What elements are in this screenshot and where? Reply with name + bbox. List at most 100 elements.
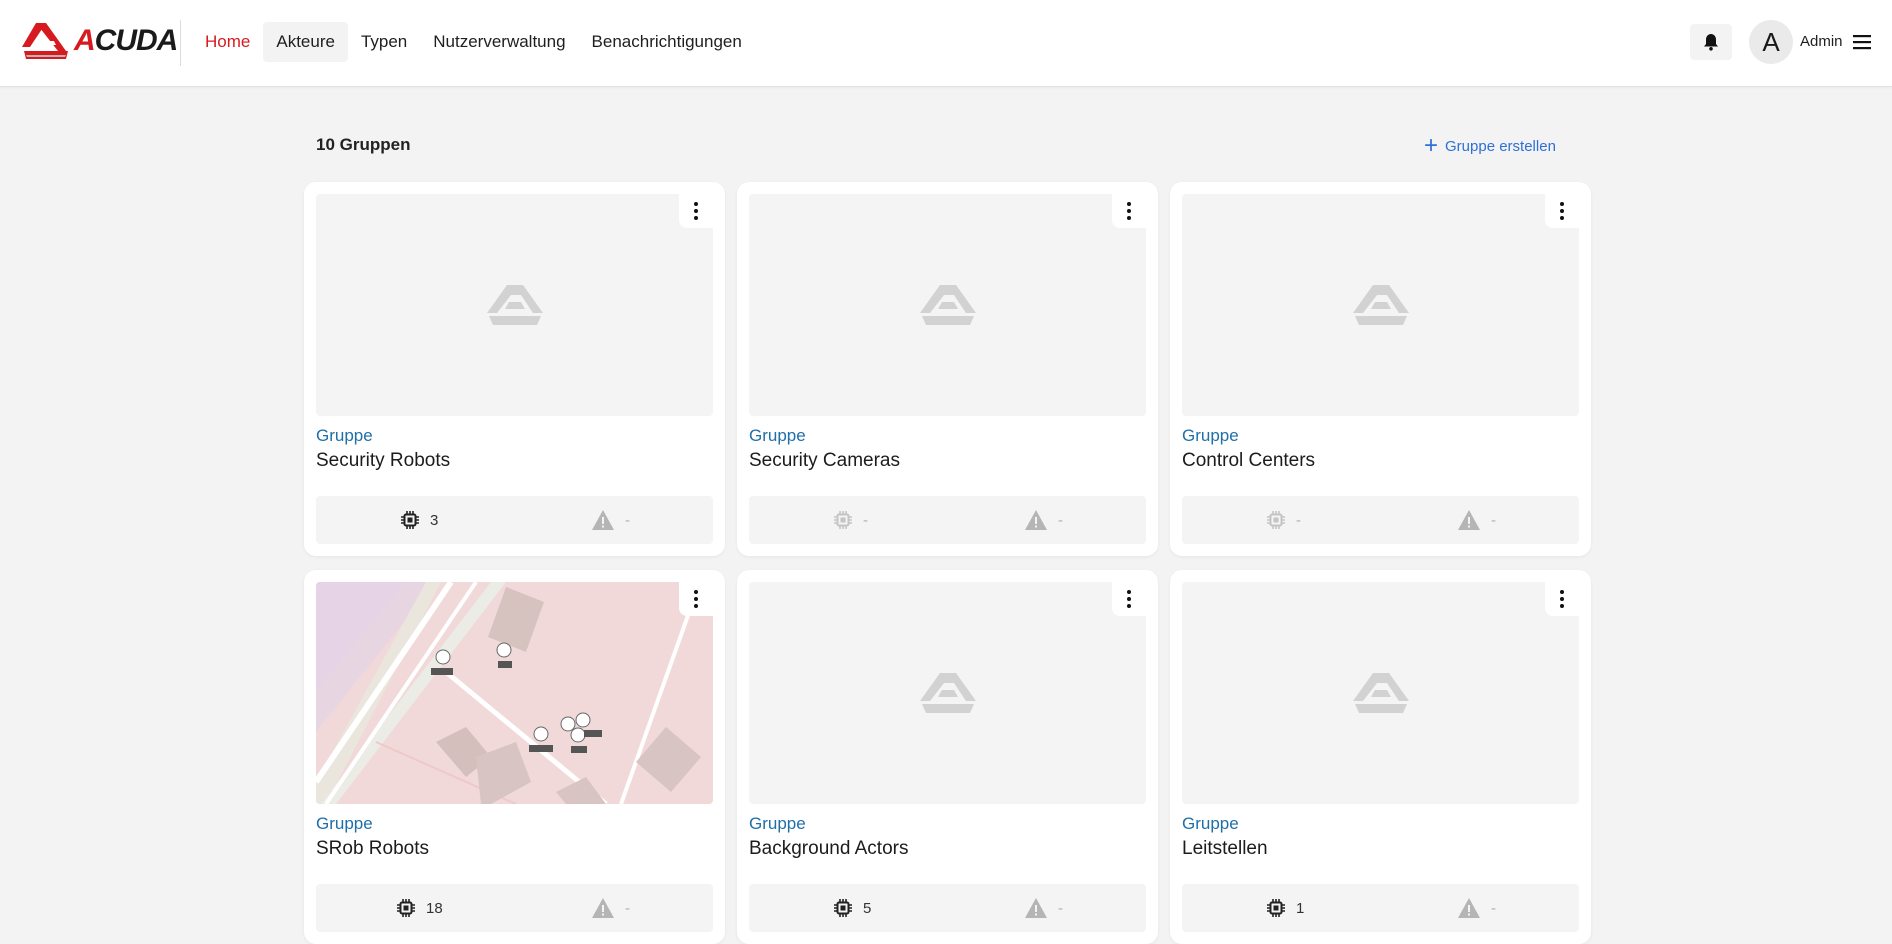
acuda-placeholder-icon	[918, 671, 978, 715]
user-name[interactable]: Admin	[1800, 33, 1843, 50]
create-group-label: Gruppe erstellen	[1445, 137, 1556, 155]
nav-nutzerverwaltung[interactable]: Nutzerverwaltung	[420, 22, 578, 62]
hamburger-menu-icon	[1853, 35, 1871, 50]
group-card-leitstellen[interactable]: Gruppe Leitstellen 1 -	[1170, 570, 1591, 944]
actor-count: 3	[400, 496, 438, 544]
actor-count: 1	[1266, 884, 1304, 932]
main-nav: Home Akteure Typen Nutzerverwaltung Bena…	[192, 22, 755, 62]
group-card-control-centers[interactable]: Gruppe Control Centers - -	[1170, 182, 1591, 556]
actor-count: 18	[396, 884, 443, 932]
card-menu-button[interactable]	[679, 194, 713, 228]
card-stats: - -	[749, 496, 1146, 544]
card-thumbnail	[749, 582, 1146, 804]
card-stats: 3 -	[316, 496, 713, 544]
warning-icon	[1024, 509, 1048, 531]
actor-count: 5	[833, 884, 871, 932]
warning-icon	[1457, 897, 1481, 919]
card-thumbnail	[316, 194, 713, 416]
actor-count-value: -	[1296, 511, 1301, 529]
card-stats: 1 -	[1182, 884, 1579, 932]
alert-count: -	[1457, 884, 1496, 932]
chip-icon	[833, 510, 853, 530]
top-bar: ACUDA Home Akteure Typen Nutzerverwaltun…	[0, 0, 1892, 87]
kebab-menu-icon	[694, 201, 698, 222]
card-menu-button[interactable]	[1112, 582, 1146, 616]
alert-count-value: -	[625, 899, 630, 917]
alert-count: -	[1457, 496, 1496, 544]
card-title: Security Robots	[316, 450, 451, 471]
card-type: Gruppe	[749, 814, 806, 833]
card-title: Leitstellen	[1182, 838, 1268, 859]
logo-wordmark: CUDA	[94, 24, 179, 57]
card-menu-button[interactable]	[679, 582, 713, 616]
user-avatar[interactable]: A	[1749, 20, 1793, 64]
acuda-placeholder-icon	[1351, 283, 1411, 327]
card-thumbnail	[749, 194, 1146, 416]
alert-count: -	[591, 884, 630, 932]
warning-icon	[591, 509, 615, 531]
acuda-placeholder-icon	[485, 283, 545, 327]
card-thumbnail	[1182, 194, 1579, 416]
create-group-button[interactable]: + Gruppe erstellen	[1424, 134, 1556, 158]
group-card-background-actors[interactable]: Gruppe Background Actors 5 -	[737, 570, 1158, 944]
card-title: SRob Robots	[316, 838, 430, 859]
warning-icon	[1024, 897, 1048, 919]
alert-count: -	[591, 496, 630, 544]
card-menu-button[interactable]	[1545, 194, 1579, 228]
actor-count-value: 3	[430, 511, 439, 529]
card-type: Gruppe	[316, 814, 373, 833]
chip-icon	[396, 898, 416, 918]
alert-count-value: -	[625, 511, 630, 529]
warning-icon	[1457, 509, 1481, 531]
warning-icon	[591, 897, 615, 919]
notifications-button[interactable]	[1690, 24, 1732, 60]
map-preview	[316, 582, 713, 804]
actor-count: -	[833, 496, 868, 544]
chip-icon	[1266, 898, 1286, 918]
kebab-menu-icon	[694, 589, 698, 610]
nav-benachrichtigungen[interactable]: Benachrichtigungen	[579, 22, 755, 62]
actor-count-value: 1	[1296, 899, 1305, 917]
acuda-logo-icon	[22, 23, 68, 59]
group-card-security-cameras[interactable]: Gruppe Security Cameras - -	[737, 182, 1158, 556]
card-type: Gruppe	[749, 426, 806, 445]
group-card-srob-robots[interactable]: Gruppe SRob Robots 18 -	[304, 570, 725, 944]
card-type: Gruppe	[1182, 426, 1239, 445]
alert-count-value: -	[1491, 511, 1496, 529]
card-menu-button[interactable]	[1545, 582, 1579, 616]
nav-akteure[interactable]: Akteure	[263, 22, 348, 62]
card-menu-button[interactable]	[1112, 194, 1146, 228]
kebab-menu-icon	[1127, 589, 1131, 610]
alert-count: -	[1024, 884, 1063, 932]
alert-count: -	[1024, 496, 1063, 544]
nav-home[interactable]: Home	[192, 22, 263, 62]
nav-typen[interactable]: Typen	[348, 22, 420, 62]
actor-count: -	[1266, 496, 1301, 544]
chip-icon	[400, 510, 420, 530]
card-type: Gruppe	[1182, 814, 1239, 833]
group-count: 10 Gruppen	[316, 135, 411, 154]
header-divider	[180, 20, 181, 66]
alert-count-value: -	[1058, 899, 1063, 917]
chip-icon	[1266, 510, 1286, 530]
kebab-menu-icon	[1560, 589, 1564, 610]
alert-count-value: -	[1491, 899, 1496, 917]
card-stats: 5 -	[749, 884, 1146, 932]
card-title: Security Cameras	[749, 450, 900, 471]
card-stats: - -	[1182, 496, 1579, 544]
card-title: Control Centers	[1182, 450, 1316, 471]
card-title: Background Actors	[749, 838, 909, 859]
actor-count-value: -	[863, 511, 868, 529]
card-type: Gruppe	[316, 426, 373, 445]
alert-count-value: -	[1058, 511, 1063, 529]
plus-icon: +	[1424, 132, 1439, 159]
actor-count-value: 5	[863, 899, 872, 917]
hamburger-menu-button[interactable]	[1851, 32, 1873, 52]
acuda-logo[interactable]: ACUDA	[22, 20, 179, 62]
actor-count-value: 18	[426, 899, 443, 917]
group-card-security-robots[interactable]: Gruppe Security Robots 3 -	[304, 182, 725, 556]
acuda-placeholder-icon	[918, 283, 978, 327]
kebab-menu-icon	[1560, 201, 1564, 222]
map-thumbnail	[316, 582, 713, 804]
acuda-placeholder-icon	[1351, 671, 1411, 715]
